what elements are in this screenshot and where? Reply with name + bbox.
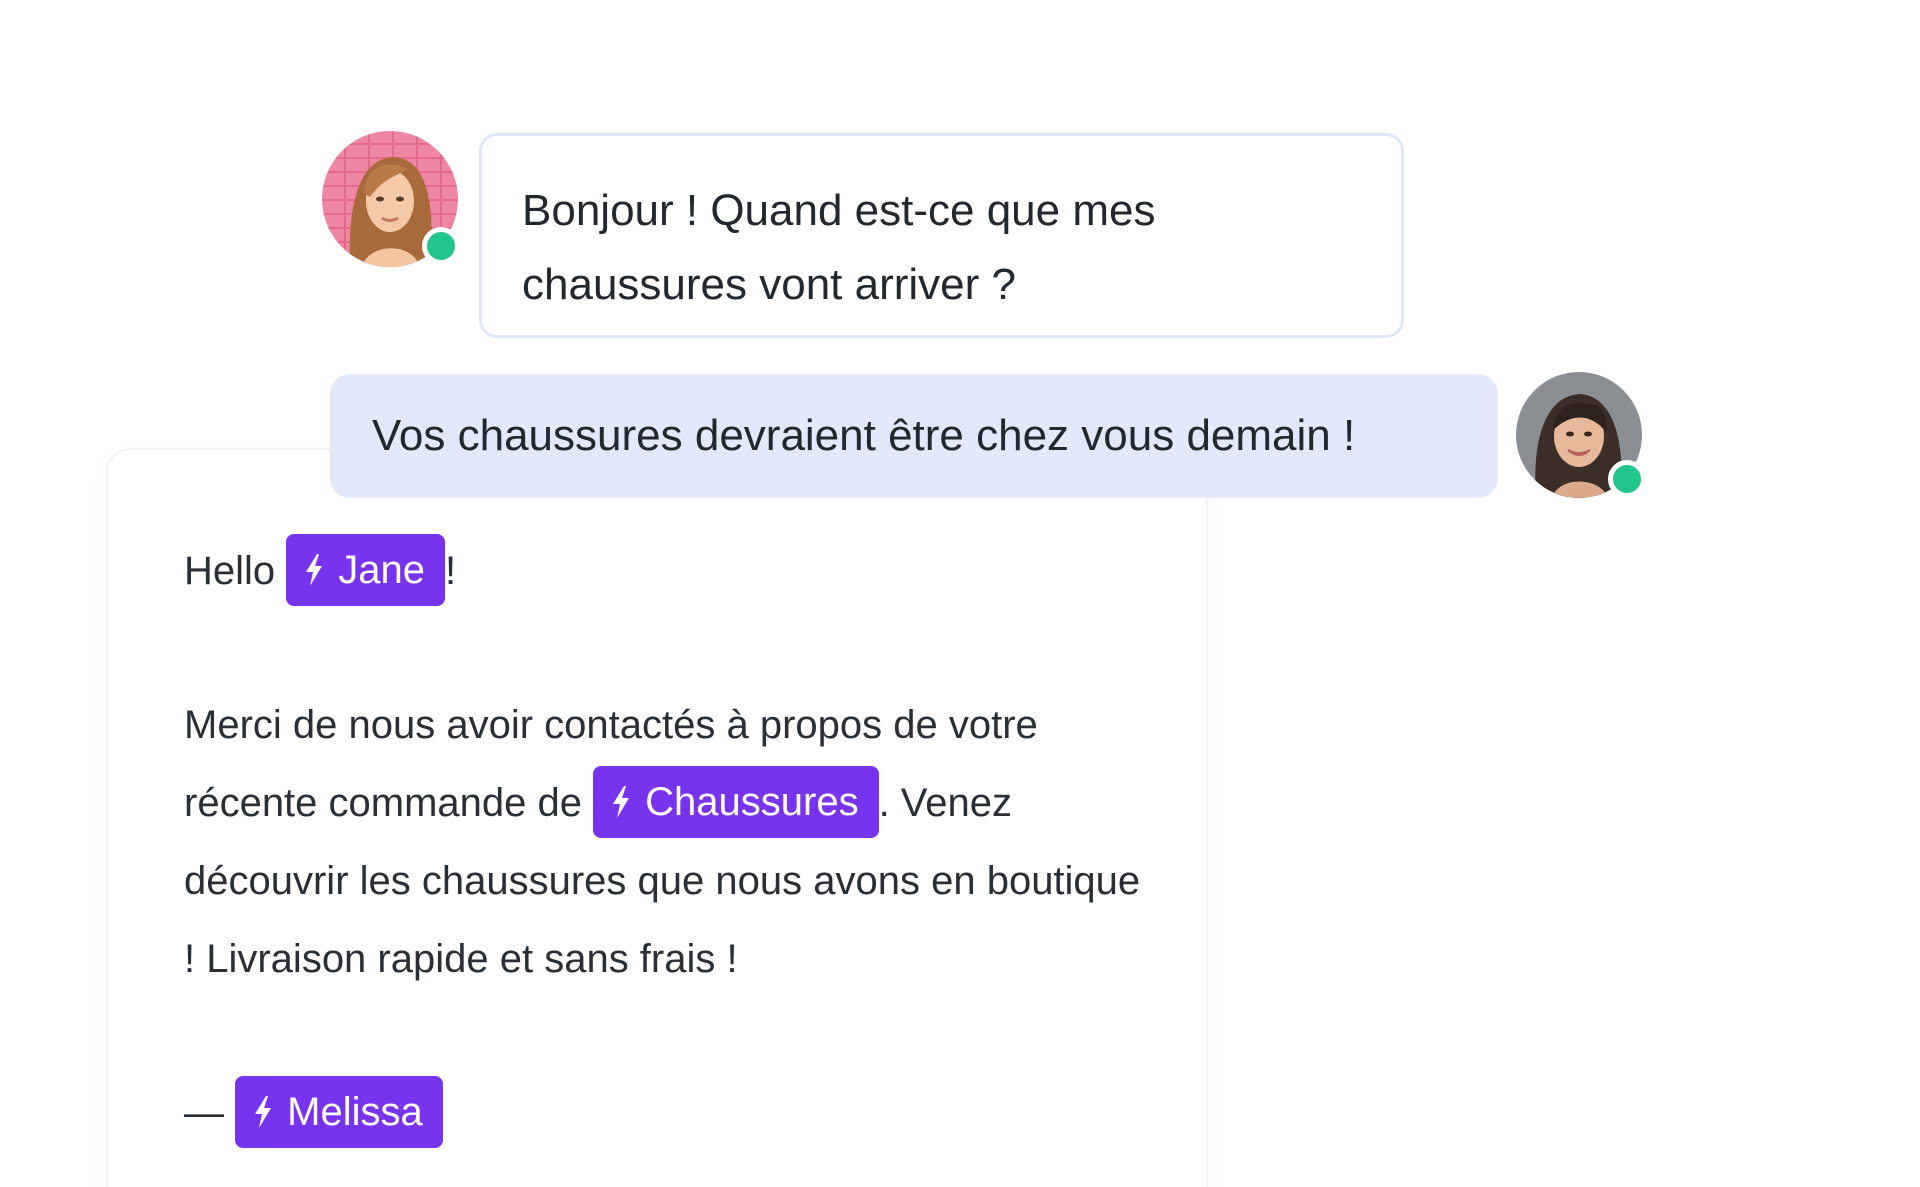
- chat-template-preview: Hello Jane ! Merci de nous avoir contact…: [0, 0, 1920, 1187]
- template-paragraph: Merci de nous avoir contactés à propos d…: [184, 686, 1144, 998]
- agent-avatar: [1516, 372, 1646, 498]
- lightning-bolt-icon: [613, 786, 630, 819]
- variable-tag-product[interactable]: Chaussures: [593, 766, 879, 839]
- greeting-prefix: Hello: [184, 549, 276, 593]
- template-greeting: Hello Jane !: [184, 532, 1144, 610]
- customer-avatar: [322, 131, 460, 267]
- lightning-bolt-icon: [306, 554, 323, 587]
- variable-tag-label: Chaussures: [645, 780, 859, 825]
- template-signature: — Melissa: [184, 1074, 1144, 1152]
- variable-tag-label: Jane: [338, 548, 426, 593]
- signature-prefix: —: [184, 1091, 224, 1135]
- customer-message-text: Bonjour ! Quand est-ce que mes chaussure…: [522, 186, 1156, 309]
- online-status-dot: [1608, 460, 1646, 498]
- message-template-card: Hello Jane ! Merci de nous avoir contact…: [108, 450, 1206, 1187]
- variable-tag-agent-name[interactable]: Melissa: [235, 1076, 443, 1149]
- greeting-suffix: !: [445, 549, 457, 593]
- variable-tag-label: Melissa: [287, 1090, 423, 1135]
- agent-message-bubble: Vos chaussures devraient être chez vous …: [330, 374, 1498, 498]
- customer-message-bubble: Bonjour ! Quand est-ce que mes chaussure…: [479, 133, 1404, 338]
- agent-message-text: Vos chaussures devraient être chez vous …: [372, 411, 1356, 460]
- template-body: Hello Jane ! Merci de nous avoir contact…: [184, 532, 1144, 1152]
- variable-tag-first-name[interactable]: Jane: [286, 534, 446, 607]
- lightning-bolt-icon: [255, 1096, 272, 1129]
- online-status-dot: [422, 227, 460, 265]
